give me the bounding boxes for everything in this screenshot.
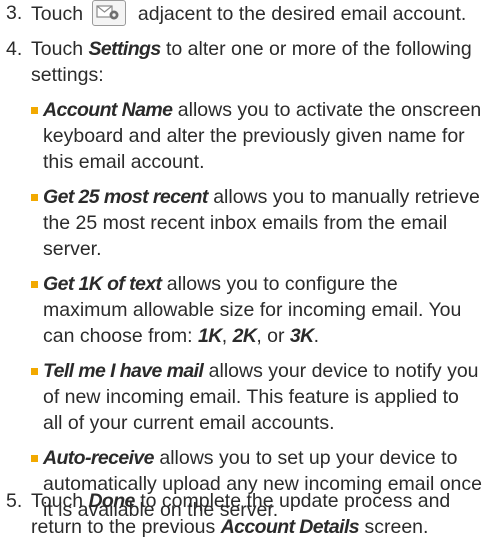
bullet-term: Get 25 most recent <box>43 186 208 208</box>
step-text: Touch Done to complete the update proces… <box>31 488 482 540</box>
list-item: Account Name allows you to activate the … <box>31 97 482 175</box>
bullet-term: Account Name <box>43 99 173 121</box>
account-details-term: Account Details <box>220 516 360 538</box>
bullet-text: , or <box>256 325 290 347</box>
step-text-part: Touch <box>31 38 89 60</box>
step-4: 4. Touch Settings to alter one or more o… <box>6 36 482 532</box>
bullet-term: Get 1K of text <box>43 273 162 295</box>
step-text: Touch Settings to alter one or more of t… <box>31 36 482 88</box>
done-term: Done <box>88 490 135 512</box>
step-5: 5. Touch Done to complete the update pro… <box>6 488 482 540</box>
list-item: Tell me I have mail allows your device t… <box>31 358 482 436</box>
step-text-part: adjacent to the desired email account. <box>137 3 467 25</box>
step-text: Touch adjacent to the desired email acco… <box>31 0 482 27</box>
bullet-icon <box>31 281 38 288</box>
step-text-part: Touch <box>31 3 84 25</box>
bullet-icon <box>31 194 38 201</box>
settings-list: Account Name allows you to activate the … <box>6 97 482 523</box>
bullet-text: . <box>313 325 320 347</box>
bullet-term: Auto-receive <box>43 447 155 469</box>
step-text-part: screen. <box>359 516 429 538</box>
email-settings-icon <box>92 0 127 26</box>
list-item: Get 25 most recent allows you to manuall… <box>31 184 482 262</box>
size-option: 3K <box>289 325 314 347</box>
bullet-icon <box>31 455 38 462</box>
step-number: 4. <box>6 38 23 60</box>
size-option: 2K <box>232 325 257 347</box>
step-number: 5. <box>6 490 23 512</box>
size-option: 1K <box>198 325 222 347</box>
settings-term: Settings <box>88 38 161 60</box>
step-3: 3. Touch adjacent to the desired email a… <box>6 0 482 27</box>
manual-page: 3. Touch adjacent to the desired email a… <box>0 0 486 541</box>
bullet-term: Tell me I have mail <box>43 360 204 382</box>
list-item: Get 1K of text allows you to configure t… <box>31 271 482 349</box>
bullet-text: , <box>221 325 233 347</box>
bullet-icon <box>31 368 38 375</box>
step-number: 3. <box>6 2 23 24</box>
step-text-part: Touch <box>31 490 89 512</box>
bullet-icon <box>31 107 38 114</box>
